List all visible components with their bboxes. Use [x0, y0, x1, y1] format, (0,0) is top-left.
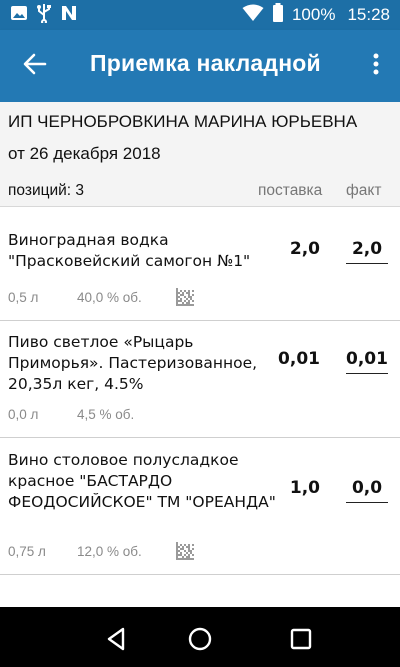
- list-item[interactable]: Вино столовое полусладкое красное "БАСТА…: [0, 438, 400, 575]
- item-name: Пиво светлое «Рыцарь Приморья». Пастериз…: [8, 333, 258, 393]
- app-bar: Приемка накладной: [0, 30, 400, 102]
- item-abv: 40,0 % об.: [77, 290, 142, 305]
- n-icon: [60, 4, 78, 26]
- more-vert-icon: [373, 53, 379, 79]
- supplier-name: ИП ЧЕРНОБРОВКИНА МАРИНА ЮРЬЕВНА: [8, 112, 358, 131]
- overflow-menu-button[interactable]: [366, 50, 386, 82]
- page-title: Приемка накладной: [90, 50, 321, 76]
- item-volume: 0,5 л: [8, 290, 39, 305]
- datamatrix-icon: [176, 542, 194, 560]
- list-item[interactable]: Пиво светлое «Рыцарь Приморья». Пастериз…: [0, 321, 400, 438]
- item-name: Вино столовое полусладкое красное "БАСТА…: [8, 451, 276, 511]
- usb-icon: [36, 3, 52, 27]
- back-triangle-icon: [103, 627, 131, 657]
- item-fact-input[interactable]: 2,0: [346, 239, 388, 264]
- column-header-fact: факт: [346, 182, 382, 199]
- column-header-delivery: поставка: [258, 182, 323, 199]
- item-abv: 4,5 % об.: [77, 407, 135, 422]
- status-bar: 100% 15:28: [0, 0, 400, 30]
- nav-back-button[interactable]: [103, 625, 131, 653]
- recents-square-icon: [287, 628, 315, 657]
- item-volume: 0,0 л: [8, 407, 39, 422]
- home-circle-icon: [186, 627, 214, 657]
- item-fact-input[interactable]: 0,01: [346, 349, 388, 374]
- arrow-left-icon: [23, 53, 47, 79]
- status-notifications: [10, 3, 78, 27]
- invoice-items-list: Виноградная водка "Прасковейский самогон…: [0, 210, 400, 575]
- battery-level: 100%: [291, 5, 336, 24]
- item-delivery-qty: 2,0: [289, 239, 320, 259]
- item-fact-input[interactable]: 0,0: [346, 478, 388, 503]
- item-delivery-qty: 1,0: [289, 478, 320, 498]
- wifi-icon: [242, 4, 264, 26]
- item-volume: 0,75 л: [8, 544, 46, 559]
- image-icon: [10, 4, 28, 26]
- positions-count: позиций: 3: [8, 182, 85, 199]
- invoice-header: ИП ЧЕРНОБРОВКИНА МАРИНА ЮРЬЕВНА от 26 де…: [0, 102, 400, 207]
- back-button[interactable]: [18, 50, 52, 82]
- invoice-date: от 26 декабря 2018: [8, 144, 161, 163]
- clock: 15:28: [347, 5, 390, 24]
- system-nav-bar: [0, 607, 400, 667]
- status-system: 100% 15:28: [242, 3, 390, 27]
- item-delivery-qty: 0,01: [278, 349, 320, 369]
- item-abv: 12,0 % об.: [77, 544, 142, 559]
- datamatrix-icon: [176, 288, 194, 306]
- battery-icon: [272, 3, 284, 27]
- item-name: Виноградная водка "Прасковейский самогон…: [8, 231, 251, 270]
- list-item[interactable]: Виноградная водка "Прасковейский самогон…: [0, 210, 400, 321]
- nav-home-button[interactable]: [186, 625, 214, 653]
- nav-recents-button[interactable]: [287, 625, 315, 653]
